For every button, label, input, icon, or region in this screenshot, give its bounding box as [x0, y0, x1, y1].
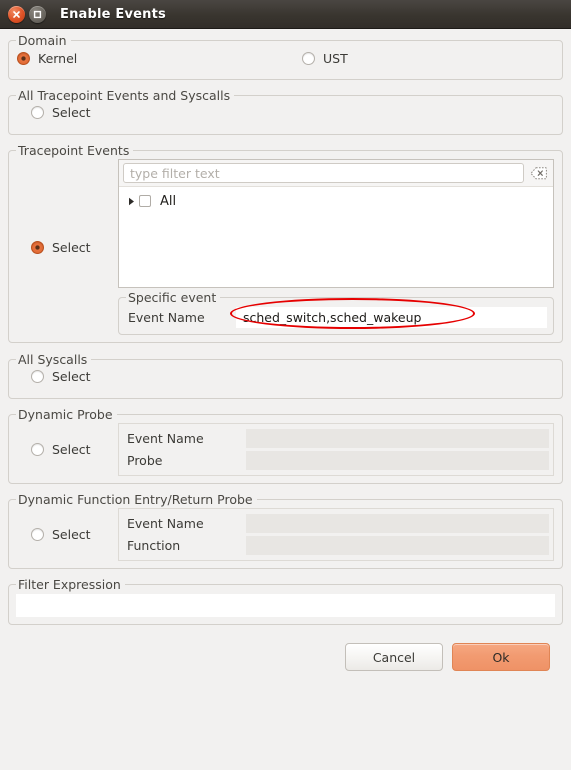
dialog-body: Domain Kernel UST All Tracepoint Events …: [0, 33, 571, 671]
ok-button[interactable]: Ok: [452, 643, 550, 671]
dynamic-probe-probe-input[interactable]: [246, 451, 549, 470]
domain-radio-row: Kernel UST: [17, 49, 554, 68]
radio-indicator-all-syscalls: [31, 370, 44, 383]
tracepoint-select-column: Select: [17, 159, 118, 335]
radio-dynamic-function-probe-select[interactable]: Select: [17, 527, 91, 542]
dynamic-probe-event-name-input[interactable]: [246, 429, 549, 448]
dynamic-probe-probe-row: Probe: [123, 450, 549, 471]
dynamic-probe-content: Select Event Name Probe: [17, 423, 554, 476]
specific-event-name-input[interactable]: sched_switch,sched_wakeup: [236, 307, 547, 328]
radio-domain-kernel[interactable]: Kernel: [17, 51, 302, 66]
dynamic-function-probe-event-name-input[interactable]: [246, 514, 549, 533]
radio-all-syscalls-select[interactable]: Select: [17, 369, 554, 384]
radio-label-dynamic-function-probe: Select: [52, 527, 91, 542]
group-dynamic-function-probe: Dynamic Function Entry/Return Probe Sele…: [8, 492, 563, 569]
dynamic-probe-select-column: Select: [17, 423, 118, 476]
dynamic-function-probe-fields: Event Name Function: [118, 508, 554, 561]
dialog-footer: Cancel Ok: [8, 625, 563, 671]
radio-dynamic-probe-select[interactable]: Select: [17, 442, 91, 457]
dynamic-function-probe-event-name-row: Event Name: [123, 513, 549, 534]
group-all-syscalls: All Syscalls Select: [8, 352, 563, 399]
triangle-right-icon[interactable]: [125, 197, 137, 206]
group-dynamic-function-probe-title: Dynamic Function Entry/Return Probe: [16, 492, 257, 507]
radio-tracepoint-select[interactable]: Select: [17, 240, 91, 255]
radio-indicator-dynamic-probe: [31, 443, 44, 456]
radio-label-all-tracepoint: Select: [52, 105, 91, 120]
tree-label-all: All: [160, 193, 177, 209]
filter-input[interactable]: type filter text: [123, 163, 524, 183]
dynamic-function-probe-function-label: Function: [127, 538, 181, 553]
clear-text-icon[interactable]: [529, 165, 547, 181]
radio-all-tracepoint-select[interactable]: Select: [17, 105, 554, 120]
dynamic-probe-fields: Event Name Probe: [118, 423, 554, 476]
tracepoint-events-content: Select type filter text All Specific eve…: [17, 159, 554, 335]
dynamic-function-probe-select-column: Select: [17, 508, 118, 561]
tree-item-all[interactable]: All: [125, 192, 553, 210]
specific-event-name-label: Event Name: [128, 310, 205, 325]
dynamic-function-probe-function-row: Function: [123, 535, 549, 556]
radio-label-all-syscalls: Select: [52, 369, 91, 384]
group-all-syscalls-title: All Syscalls: [16, 352, 92, 367]
dynamic-probe-probe-label: Probe: [127, 453, 163, 468]
group-domain-title: Domain: [16, 33, 71, 48]
dynamic-probe-event-name-label: Event Name: [127, 431, 204, 446]
window-title: Enable Events: [60, 6, 166, 22]
maximize-icon[interactable]: [29, 5, 46, 23]
group-tracepoint-events-title: Tracepoint Events: [16, 143, 134, 158]
group-filter-expression: Filter Expression: [8, 577, 563, 625]
group-dynamic-probe: Dynamic Probe Select Event Name Probe: [8, 407, 563, 484]
group-filter-expression-title: Filter Expression: [16, 577, 125, 592]
radio-label-dynamic-probe: Select: [52, 442, 91, 457]
group-all-tracepoint-title: All Tracepoint Events and Syscalls: [16, 88, 235, 103]
radio-indicator-ust: [302, 52, 315, 65]
tracepoint-filter-row: type filter text: [119, 160, 553, 186]
tracepoint-filter-box: type filter text All: [118, 159, 554, 288]
filter-expression-input[interactable]: [16, 594, 555, 617]
specific-event-row: Event Name sched_switch,sched_wakeup: [125, 298, 547, 329]
group-domain: Domain Kernel UST: [8, 33, 563, 80]
dynamic-function-probe-function-input[interactable]: [246, 536, 549, 555]
group-specific-event: Specific event Event Name sched_switch,s…: [118, 290, 554, 335]
radio-label-kernel: Kernel: [38, 51, 78, 66]
dynamic-function-probe-content: Select Event Name Function: [17, 508, 554, 561]
radio-indicator-dynamic-function-probe: [31, 528, 44, 541]
group-specific-event-title: Specific event: [126, 290, 221, 305]
radio-label-ust: UST: [323, 51, 348, 66]
dynamic-probe-event-name-row: Event Name: [123, 428, 549, 449]
radio-indicator-all-tracepoint: [31, 106, 44, 119]
group-dynamic-probe-title: Dynamic Probe: [16, 407, 117, 422]
dynamic-function-probe-event-name-label: Event Name: [127, 516, 204, 531]
tracepoint-tree[interactable]: All: [119, 186, 553, 287]
radio-domain-ust[interactable]: UST: [302, 51, 348, 66]
radio-indicator-kernel: [17, 52, 30, 65]
radio-label-tracepoint: Select: [52, 239, 91, 255]
window-titlebar: Enable Events: [0, 0, 571, 29]
close-icon[interactable]: [8, 5, 25, 23]
group-tracepoint-events: Tracepoint Events Select type filter tex…: [8, 143, 563, 343]
cancel-button[interactable]: Cancel: [345, 643, 443, 671]
radio-indicator-tracepoint: [31, 240, 44, 254]
tree-checkbox-all[interactable]: [139, 195, 151, 207]
tracepoint-tree-column: type filter text All Specific event Even…: [118, 159, 554, 335]
group-all-tracepoint-events-and-syscalls: All Tracepoint Events and Syscalls Selec…: [8, 88, 563, 135]
